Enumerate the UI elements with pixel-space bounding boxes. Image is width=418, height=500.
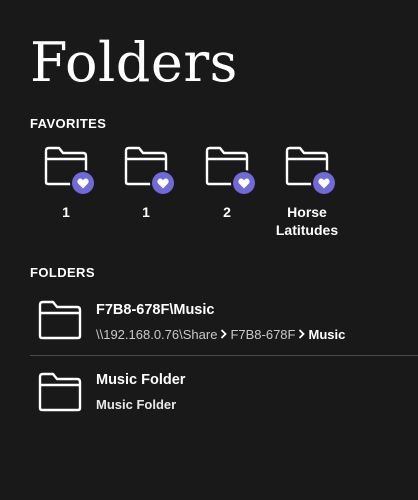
favorites-header: FAVORITES bbox=[30, 116, 107, 131]
breadcrumb-item: F7B8-678F bbox=[230, 327, 296, 342]
heart-icon bbox=[313, 172, 335, 194]
page-title: Folders bbox=[30, 31, 238, 94]
row-divider bbox=[30, 355, 418, 356]
favorite-label: 1 bbox=[142, 204, 150, 220]
folder-icon bbox=[38, 372, 82, 412]
folder-row[interactable]: Music Folder Music Folder bbox=[30, 357, 418, 423]
folder-row[interactable]: F7B8-678F\Music \\192.168.0.76\Share F7B8… bbox=[30, 288, 418, 354]
folder-title: F7B8-678F\Music bbox=[96, 302, 215, 318]
chevron-right-icon bbox=[298, 327, 306, 342]
heart-icon bbox=[72, 172, 94, 194]
folders-header: FOLDERS bbox=[30, 265, 95, 280]
breadcrumb: \\192.168.0.76\Share F7B8-678F Music bbox=[96, 327, 345, 342]
favorite-label: 1 bbox=[62, 204, 70, 220]
folder-icon bbox=[38, 300, 82, 340]
heart-icon bbox=[233, 172, 255, 194]
chevron-right-icon bbox=[220, 327, 228, 342]
heart-icon bbox=[152, 172, 174, 194]
folder-icon bbox=[204, 146, 255, 194]
breadcrumb-item: \\192.168.0.76\Share bbox=[96, 327, 218, 342]
folder-icon bbox=[123, 146, 174, 194]
breadcrumb-current: Music bbox=[308, 327, 346, 342]
folder-subtitle: Music Folder bbox=[96, 397, 177, 412]
favorite-label: 2 bbox=[223, 204, 231, 220]
folder-icon bbox=[284, 146, 335, 194]
folder-title: Music Folder bbox=[96, 372, 186, 388]
favorite-label: Horse Latitudes bbox=[275, 204, 339, 238]
folder-icon bbox=[43, 146, 94, 194]
